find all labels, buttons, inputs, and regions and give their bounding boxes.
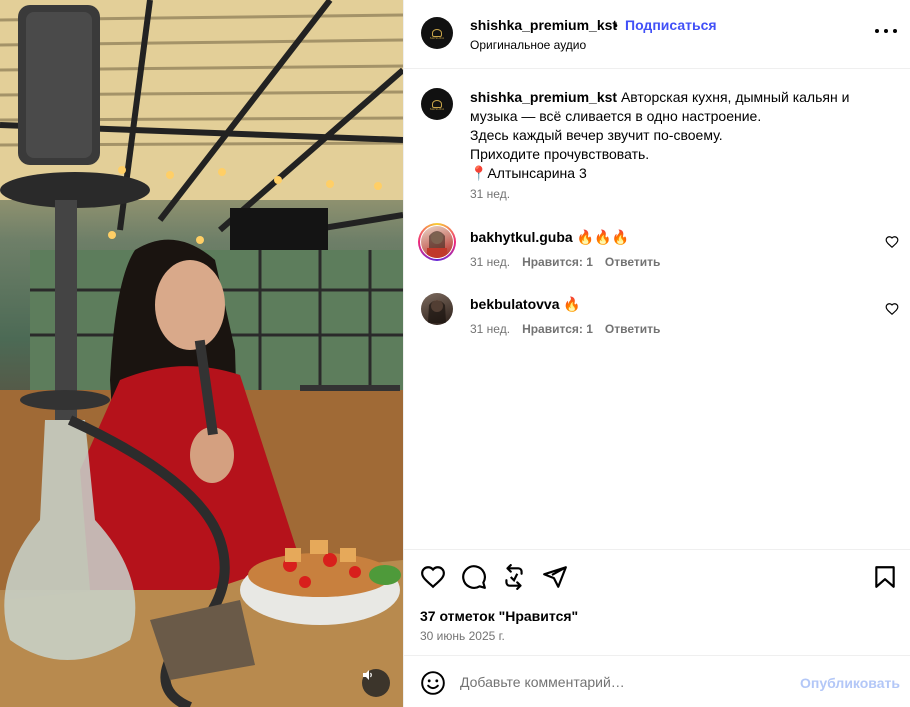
follow-button[interactable]: Подписаться bbox=[625, 17, 717, 33]
publish-button[interactable]: Опубликовать bbox=[800, 675, 900, 691]
caption-line: музыка — всё сливается в одно настроение… bbox=[470, 108, 762, 124]
comment-2: bekbulatovva 🔥 bbox=[470, 296, 581, 313]
post-header: SHISHKA shishka_premium_kst • Подписатьс… bbox=[404, 0, 910, 69]
author-avatar[interactable]: SHISHKA bbox=[421, 17, 453, 49]
separator-dot: • bbox=[613, 17, 618, 33]
post-caption: shishka_premium_kst Авторская кухня, дым… bbox=[470, 88, 890, 183]
post-date[interactable]: 30 июнь 2025 г. bbox=[420, 629, 505, 643]
post-photo bbox=[0, 0, 403, 707]
audio-link[interactable]: Оригинальное аудио bbox=[470, 38, 586, 52]
caption-line: Приходите прочувствовать. bbox=[470, 146, 650, 162]
repost-icon[interactable] bbox=[501, 564, 527, 590]
audio-toggle-button[interactable] bbox=[362, 669, 390, 697]
comment-1: bakhytkul.guba 🔥🔥🔥 bbox=[470, 229, 629, 246]
bookmark-icon[interactable] bbox=[872, 564, 898, 590]
comment-text: 🔥🔥🔥 bbox=[576, 229, 629, 245]
comment-icon[interactable] bbox=[461, 564, 487, 590]
comment-text: 🔥 bbox=[563, 296, 581, 312]
caption-avatar[interactable]: SHISHKA bbox=[421, 88, 453, 120]
post-media[interactable] bbox=[0, 0, 403, 707]
share-icon[interactable] bbox=[542, 564, 568, 590]
author-username[interactable]: shishka_premium_kst bbox=[470, 17, 617, 33]
add-comment-bar: Опубликовать bbox=[404, 655, 910, 707]
post-actions: 37 отметок "Нравится" 30 июнь 2025 г. bbox=[404, 549, 910, 654]
post-panel: SHISHKA shishka_premium_kst • Подписатьс… bbox=[403, 0, 910, 707]
commenter-avatar[interactable] bbox=[421, 226, 453, 258]
emoji-icon[interactable] bbox=[420, 670, 446, 696]
comment-likes[interactable]: Нравится: 1 bbox=[522, 255, 593, 269]
comment-username[interactable]: bekbulatovva bbox=[470, 296, 559, 312]
comment-like-heart-icon[interactable] bbox=[885, 302, 899, 316]
reply-button[interactable]: Ответить bbox=[605, 322, 660, 336]
story-ring[interactable] bbox=[418, 223, 456, 261]
comment-username[interactable]: bakhytkul.guba bbox=[470, 229, 573, 245]
logo-text: SHISHKA bbox=[429, 36, 445, 40]
comment-timestamp[interactable]: 31 нед. bbox=[470, 322, 510, 336]
caption-timestamp[interactable]: 31 нед. bbox=[470, 187, 510, 201]
comment-1-meta: 31 нед. Нравится: 1 Ответить bbox=[470, 255, 660, 269]
likes-count[interactable]: 37 отметок "Нравится" bbox=[420, 608, 578, 624]
comment-input[interactable] bbox=[460, 672, 780, 692]
comment-likes[interactable]: Нравится: 1 bbox=[522, 322, 593, 336]
comment-2-meta: 31 нед. Нравится: 1 Ответить bbox=[470, 322, 660, 336]
heart-icon[interactable] bbox=[420, 564, 446, 590]
logo-text: SHISHKA bbox=[429, 107, 445, 111]
caption-line: 📍Алтынсарина 3 bbox=[470, 165, 587, 181]
comment-timestamp[interactable]: 31 нед. bbox=[470, 255, 510, 269]
comment-like-heart-icon[interactable] bbox=[885, 235, 899, 249]
reply-button[interactable]: Ответить bbox=[605, 255, 660, 269]
commenter-avatar[interactable] bbox=[421, 293, 453, 325]
caption-username[interactable]: shishka_premium_kst bbox=[470, 89, 617, 105]
post-dialog: SHISHKA shishka_premium_kst • Подписатьс… bbox=[0, 0, 910, 707]
more-options-icon[interactable] bbox=[875, 26, 897, 36]
caption-line: Здесь каждый вечер звучит по-своему. bbox=[470, 127, 723, 143]
caption-line: Авторская кухня, дымный кальян и bbox=[620, 89, 850, 105]
speaker-icon bbox=[363, 670, 372, 680]
